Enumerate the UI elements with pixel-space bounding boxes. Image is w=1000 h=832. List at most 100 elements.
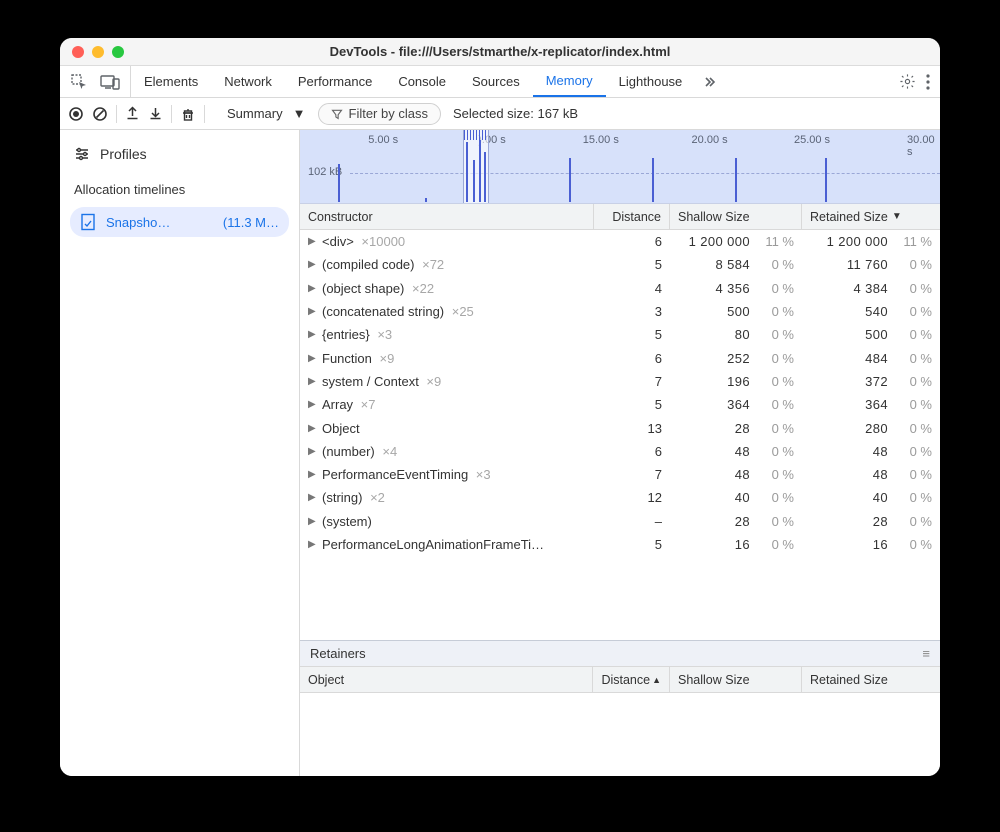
clear-icon[interactable] (92, 106, 108, 122)
distance-cell: 5 (594, 397, 670, 412)
retained-pct: 0 % (898, 467, 932, 482)
table-row[interactable]: ▶(object shape) ×2244 3560 %4 3840 % (300, 277, 940, 300)
table-row[interactable]: ▶(string) ×212400 %400 % (300, 486, 940, 509)
minimize-window-button[interactable] (92, 46, 104, 58)
expand-icon[interactable]: ▶ (308, 283, 318, 294)
table-row[interactable]: ▶Function ×962520 %4840 % (300, 346, 940, 369)
snapshot-item[interactable]: Snapsho… (11.3 M… (70, 207, 289, 237)
tab-console[interactable]: Console (385, 66, 459, 97)
expand-icon[interactable]: ▶ (308, 469, 318, 480)
window-title: DevTools - file:///Users/stmarthe/x-repl… (60, 44, 940, 59)
table-row[interactable]: ▶(concatenated string) ×2535000 %5400 % (300, 300, 940, 323)
constructor-name: (compiled code) (322, 257, 415, 272)
table-row[interactable]: ▶(number) ×46480 %480 % (300, 440, 940, 463)
shallow-pct: 11 % (760, 234, 794, 249)
retained-pct: 0 % (898, 514, 932, 529)
expand-icon[interactable]: ▶ (308, 353, 318, 364)
collect-garbage-icon[interactable] (180, 106, 196, 122)
header-distance[interactable]: Distance (594, 204, 670, 229)
tab-network[interactable]: Network (211, 66, 285, 97)
shallow-size: 28 (735, 421, 750, 436)
retained-pct: 0 % (898, 327, 932, 342)
close-window-button[interactable] (72, 46, 84, 58)
retained-size: 1 200 000 (827, 234, 888, 249)
view-mode-dropdown[interactable]: Summary ▼ (227, 106, 306, 121)
inspect-element-icon[interactable] (70, 73, 88, 91)
table-row[interactable]: ▶(compiled code) ×7258 5840 %11 7600 % (300, 253, 940, 276)
retained-size: 540 (865, 304, 888, 319)
retainers-header-object[interactable]: Object (300, 667, 593, 692)
expand-icon[interactable]: ▶ (308, 423, 318, 434)
allocation-timelines-label: Allocation timelines (60, 168, 299, 203)
header-constructor[interactable]: Constructor (300, 204, 594, 229)
timeline-tick: 20.00 s (692, 134, 728, 146)
shallow-pct: 0 % (760, 537, 794, 552)
shallow-pct: 0 % (760, 467, 794, 482)
retained-size: 11 760 (847, 257, 888, 272)
table-row[interactable]: ▶<div> ×1000061 200 00011 %1 200 00011 % (300, 230, 940, 253)
record-icon[interactable] (68, 106, 84, 122)
sliders-icon[interactable] (74, 147, 90, 161)
instance-count: ×7 (357, 397, 375, 412)
header-shallow[interactable]: Shallow Size (670, 204, 802, 229)
distance-cell: 7 (594, 374, 670, 389)
tab-elements[interactable]: Elements (131, 66, 211, 97)
retained-size: 280 (865, 421, 888, 436)
expand-icon[interactable]: ▶ (308, 259, 318, 270)
instance-count: ×10000 (358, 234, 405, 249)
retainers-header-distance[interactable]: Distance (593, 667, 670, 692)
retainers-header-shallow[interactable]: Shallow Size (670, 667, 802, 692)
retained-pct: 11 % (898, 234, 932, 249)
expand-icon[interactable]: ▶ (308, 376, 318, 387)
tab-lighthouse[interactable]: Lighthouse (606, 66, 696, 97)
window-controls (72, 46, 124, 58)
class-filter-input[interactable]: Filter by class (318, 103, 441, 125)
device-toolbar-icon[interactable] (100, 74, 120, 90)
retained-size: 16 (873, 537, 888, 552)
tab-memory[interactable]: Memory (533, 66, 606, 97)
table-row[interactable]: ▶(system)–280 %280 % (300, 510, 940, 533)
gear-icon[interactable] (899, 73, 916, 90)
table-row[interactable]: ▶system / Context ×971960 %3720 % (300, 370, 940, 393)
distance-cell: 6 (594, 444, 670, 459)
shallow-pct: 0 % (760, 421, 794, 436)
import-icon[interactable] (148, 106, 163, 121)
constructor-name: Array (322, 397, 353, 412)
constructors-table: Constructor Distance Shallow Size Retain… (300, 204, 940, 640)
export-icon[interactable] (125, 106, 140, 121)
distance-cell: 6 (594, 351, 670, 366)
zoom-window-button[interactable] (112, 46, 124, 58)
shallow-size: 196 (727, 374, 750, 389)
shallow-size: 364 (727, 397, 750, 412)
expand-icon[interactable]: ▶ (308, 306, 318, 317)
allocation-timeline[interactable]: 102 kB 5.00 s).00 s15.00 s20.00 s25.00 s… (300, 130, 940, 204)
constructor-name: (number) (322, 444, 375, 459)
retainers-empty (300, 693, 940, 776)
retainers-header-retained[interactable]: Retained Size (802, 667, 940, 692)
expand-icon[interactable]: ▶ (308, 236, 318, 247)
header-retained[interactable]: Retained Size▼ (802, 204, 940, 229)
table-row[interactable]: ▶{entries} ×35800 %5000 % (300, 323, 940, 346)
expand-icon[interactable]: ▶ (308, 539, 318, 550)
expand-icon[interactable]: ▶ (308, 446, 318, 457)
expand-icon[interactable]: ▶ (308, 492, 318, 503)
instance-count: ×72 (419, 257, 445, 272)
table-row[interactable]: ▶PerformanceEventTiming ×37480 %480 % (300, 463, 940, 486)
table-row[interactable]: ▶Object13280 %2800 % (300, 416, 940, 439)
expand-icon[interactable]: ▶ (308, 329, 318, 340)
tab-performance[interactable]: Performance (285, 66, 385, 97)
tab-sources[interactable]: Sources (459, 66, 533, 97)
hamburger-icon[interactable]: ≡ (922, 646, 930, 661)
kebab-menu-icon[interactable] (926, 74, 930, 90)
table-row[interactable]: ▶Array ×753640 %3640 % (300, 393, 940, 416)
expand-icon[interactable]: ▶ (308, 516, 318, 527)
filter-icon (331, 108, 343, 120)
more-tabs-icon[interactable] (695, 66, 723, 97)
distance-cell: 12 (594, 490, 670, 505)
table-row[interactable]: ▶PerformanceLongAnimationFrameTi…5160 %1… (300, 533, 940, 556)
constructor-name: PerformanceLongAnimationFrameTi… (322, 537, 544, 552)
shallow-size: 40 (735, 490, 750, 505)
expand-icon[interactable]: ▶ (308, 399, 318, 410)
retained-size: 372 (865, 374, 888, 389)
timeline-bar (338, 164, 340, 202)
